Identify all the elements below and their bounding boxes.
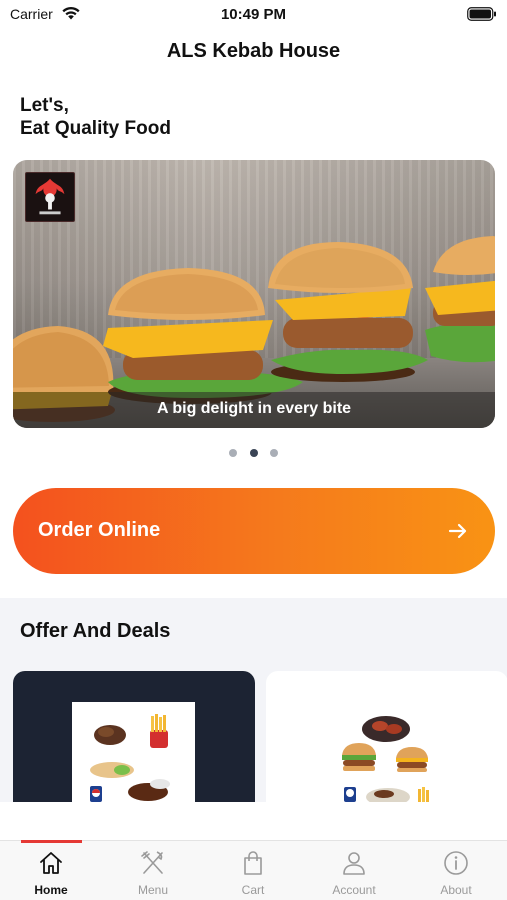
pepsi-can bbox=[90, 786, 102, 802]
info-icon bbox=[444, 851, 468, 875]
burger-far-right bbox=[425, 236, 495, 363]
tab-bar: Home Menu Cart Account About bbox=[0, 840, 507, 900]
deal-card-1-image bbox=[72, 702, 195, 802]
kebab-meat bbox=[94, 725, 126, 745]
tab-account[interactable]: Account bbox=[314, 849, 394, 897]
home-icon bbox=[40, 852, 62, 874]
page-title: ALS Kebab House bbox=[166, 40, 341, 62]
fries-2 bbox=[418, 787, 429, 802]
offers-title: Offer And Deals bbox=[20, 620, 171, 642]
kebab-house-logo bbox=[25, 172, 75, 222]
pager-dot-2[interactable] bbox=[249, 449, 258, 457]
wrap bbox=[90, 762, 134, 778]
skewer-plate bbox=[366, 788, 410, 802]
battery-icon bbox=[467, 7, 496, 21]
greeting-line-2: Eat Quality Food bbox=[20, 118, 171, 139]
status-bar: Carrier 10:49 PM bbox=[0, 0, 507, 30]
tab-cart-label: Cart bbox=[241, 883, 265, 897]
pepsi-can-2 bbox=[344, 787, 356, 802]
arrow-right-icon bbox=[448, 523, 467, 539]
burger-combo-image bbox=[342, 716, 429, 802]
tab-home[interactable]: Home bbox=[11, 849, 91, 897]
fork-knife-icon bbox=[141, 851, 163, 874]
tab-menu-label: Menu bbox=[137, 883, 169, 897]
hero-banner[interactable]: A big delight in every bite bbox=[13, 160, 495, 428]
tab-about[interactable]: About bbox=[416, 849, 496, 897]
burgers-image bbox=[13, 236, 495, 422]
wings bbox=[128, 779, 170, 801]
tab-cart[interactable]: Cart bbox=[213, 849, 293, 897]
burger-right bbox=[268, 242, 428, 382]
tab-home-label: Home bbox=[34, 883, 68, 897]
order-online-label: Order Online bbox=[38, 519, 161, 541]
fries bbox=[150, 714, 168, 748]
burger-1 bbox=[342, 743, 376, 771]
active-tab-indicator bbox=[21, 840, 82, 843]
deal-card-2[interactable] bbox=[266, 671, 507, 802]
tab-menu[interactable]: Menu bbox=[113, 849, 193, 897]
combo-meal-image bbox=[90, 714, 170, 802]
status-time: 10:49 PM bbox=[220, 6, 287, 23]
pager-dot-1[interactable] bbox=[229, 449, 238, 457]
wings-plate bbox=[362, 716, 410, 742]
shopping-bag-icon bbox=[244, 851, 262, 875]
burger-2 bbox=[396, 747, 428, 772]
tab-account-label: Account bbox=[332, 883, 376, 897]
greeting-heading: Let's, Eat Quality Food bbox=[20, 94, 171, 140]
tab-about-label: About bbox=[440, 883, 472, 897]
hero-caption: A big delight in every bite bbox=[156, 400, 352, 417]
deal-card-1[interactable] bbox=[13, 671, 255, 802]
greeting-line-1: Let's, bbox=[20, 95, 69, 116]
order-online-button[interactable]: Order Online bbox=[13, 488, 495, 574]
carousel-pager[interactable] bbox=[0, 444, 507, 462]
user-icon bbox=[343, 852, 365, 875]
pager-dot-3[interactable] bbox=[269, 449, 278, 457]
